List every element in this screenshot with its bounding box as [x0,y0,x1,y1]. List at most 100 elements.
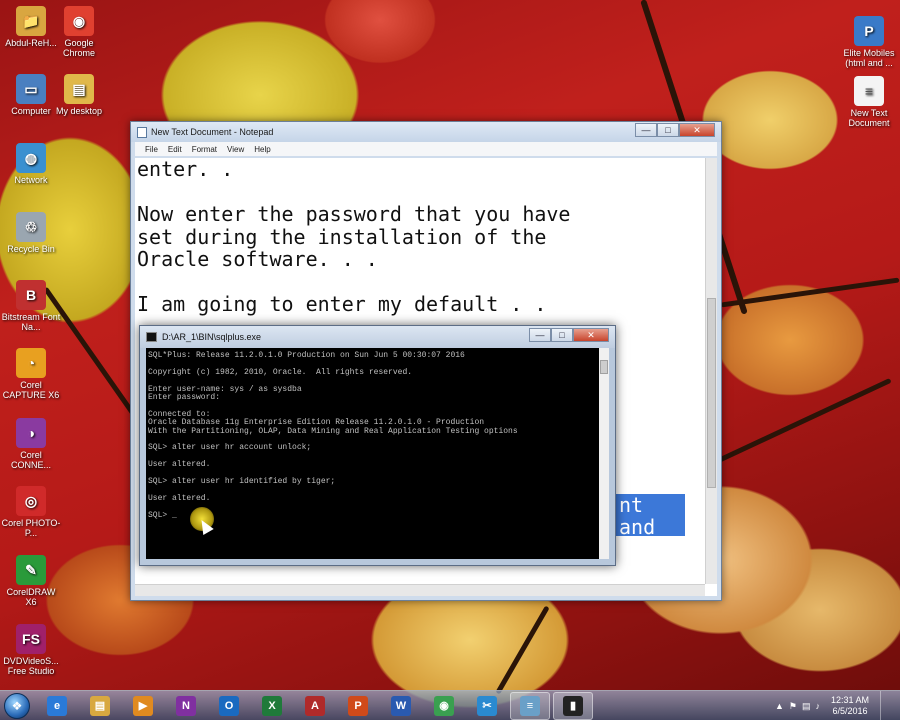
taskbar-access-button[interactable]: A [295,692,335,720]
taskbar-onenote-button[interactable]: N [166,692,206,720]
explorer-icon: ▤ [90,695,110,716]
menu-help[interactable]: Help [254,145,270,154]
taskbar-snipping-button[interactable]: ✂ [467,692,507,720]
menu-format[interactable]: Format [192,145,217,154]
desktop-icon-left-5[interactable]: ♲ Recycle Bin [0,212,62,254]
desktop-icon-right-1[interactable]: ≡ New Text Document [838,76,900,128]
powerpoint-icon: P [348,695,368,716]
desktop-icon-left-6[interactable]: B Bitstream Font Na... [0,280,62,332]
outlook-icon: O [219,695,239,716]
clock-time: 12:31 AM [830,695,869,705]
branch-decoration [708,377,892,468]
console-output: SQL*Plus: Release 11.2.0.1.0 Production … [148,351,518,520]
desktop-icon-label: Corel CONNE... [10,450,51,470]
taskbar-word-button[interactable]: W [381,692,421,720]
desktop-icon-label: Corel CAPTURE X6 [2,380,60,400]
coreldraw-icon: ✎ [16,555,46,585]
desktop-icon-left-11[interactable]: FS DVDVideoS... Free Studio [0,624,62,676]
taskbar-chrome-button[interactable]: ◉ [424,692,464,720]
corel-capture-icon: ◔ [16,348,46,378]
menu-edit[interactable]: Edit [168,145,182,154]
taskbar-outlook-button[interactable]: O [209,692,249,720]
desktop-icon-left-4[interactable]: ◍ Network [0,143,62,185]
corel-photopaint-icon: ◎ [16,486,46,516]
console-icon [146,332,157,342]
desktop-icon-label: Elite Mobiles (html and ... [843,48,895,68]
taskbar-excel-button[interactable]: X [252,692,292,720]
maximize-button[interactable]: □ [657,123,679,137]
desktop-icon-left-10[interactable]: ✎ CorelDRAW X6 [0,555,62,607]
desktop-icon-left-3[interactable]: ▤ My desktop [48,74,110,116]
notepad-menu-bar: File Edit Format View Help [135,142,717,156]
notepad-title-bar[interactable]: New Text Document - Notepad — □ ✕ [131,122,721,142]
folder-user-icon: 📁 [16,6,46,36]
start-button[interactable]: ❖ [0,691,34,720]
cmd-maximize-button[interactable]: □ [551,328,573,342]
text-file-icon: ≡ [854,76,884,106]
desktop-icon-left-8[interactable]: ◑ Corel CONNE... [0,418,62,470]
tray-arrow-icon[interactable]: ▲ [775,701,784,711]
notepad-icon [137,126,147,138]
taskbar-powerpoint-button[interactable]: P [338,692,378,720]
desktop-icon-label: New Text Document [848,108,890,128]
taskbar-media-player-button[interactable]: ▶ [123,692,163,720]
ie-icon: e [47,695,67,716]
notepad-text: enter. . Now enter the password that you… [137,158,571,316]
console-scrollbar[interactable] [599,348,609,559]
onenote-icon: N [176,695,196,716]
desktop-icon-left-1[interactable]: ◉ Google Chrome [48,6,110,58]
minimize-button[interactable]: — [635,123,657,137]
branch-decoration [495,605,550,695]
taskbar-notepad-button[interactable]: ≡ [510,691,550,720]
desktop-icon-label: Corel PHOTO-P... [1,518,61,538]
network-icon: ◍ [16,143,46,173]
desktop-icon-label: Google Chrome [62,38,95,58]
branch-decoration [720,277,900,308]
access-icon: A [305,695,325,716]
snipping-icon: ✂ [477,695,497,716]
close-button[interactable]: ✕ [679,123,715,137]
cmd-minimize-button[interactable]: — [529,328,551,342]
notepad-icon: ≡ [520,695,540,716]
taskbar: ❖ e ▤ ▶ N O X A P W ◉ ✂ ≡ ▮ ▲ ⚑ ▤ ♪ 12:31 AM 6/5/201… [0,690,900,720]
system-tray: ▲ ⚑ ▤ ♪ 12:31 AM 6/5/2016 [775,691,900,720]
show-desktop-button[interactable] [880,691,890,720]
desktop-icon-label: My desktop [55,106,103,116]
console-output-area[interactable]: SQL*Plus: Release 11.2.0.1.0 Production … [146,348,609,559]
network-tray-icon[interactable]: ▤ [802,701,811,712]
desktop-icon-right-0[interactable]: P Elite Mobiles (html and ... [838,16,900,68]
vertical-scrollbar[interactable] [705,158,717,584]
clock-date: 6/5/2016 [832,706,868,716]
sqlplus-title-bar[interactable]: D:\AR_1\BIN\sqlplus.exe — □ ✕ [140,326,615,348]
volume-icon[interactable]: ♪ [815,701,820,711]
recycle-bin-icon: ♲ [16,212,46,242]
desktop-icon-left-7[interactable]: ◔ Corel CAPTURE X6 [0,348,62,400]
menu-view[interactable]: View [227,145,244,154]
menu-file[interactable]: File [145,145,158,154]
windows-logo-icon: ❖ [4,692,30,719]
powerpoint-file-icon: P [854,16,884,46]
desktop-icon-label: Bitstream Font Na... [1,312,61,332]
taskbar-cmd-button[interactable]: ▮ [553,691,593,720]
chrome-icon: ◉ [434,695,454,716]
desktop-icon-left-9[interactable]: ◎ Corel PHOTO-P... [0,486,62,538]
sqlplus-title: D:\AR_1\BIN\sqlplus.exe [162,332,262,342]
taskbar-explorer-button[interactable]: ▤ [80,692,120,720]
desktop-icon-label: Recycle Bin [7,244,55,254]
taskbar-ie-button[interactable]: e [37,692,77,720]
dvdvideosoft-icon: FS [16,624,46,654]
desktop-icon-label: DVDVideoS... Free Studio [3,656,59,676]
media-player-icon: ▶ [133,695,153,716]
flag-icon[interactable]: ⚑ [789,701,797,712]
cmd-icon: ▮ [563,695,583,716]
bitstream-icon: B [16,280,46,310]
computer-icon: ▭ [16,74,46,104]
folder-icon: ▤ [64,74,94,104]
desktop-icon-label: CorelDRAW X6 [6,587,56,607]
selected-text: nt and [615,494,685,538]
clock[interactable]: 12:31 AM 6/5/2016 [831,695,869,717]
notepad-title: New Text Document - Notepad [151,127,274,137]
horizontal-scrollbar[interactable] [135,584,705,596]
corel-connect-icon: ◑ [16,418,46,448]
cmd-close-button[interactable]: ✕ [573,328,609,342]
